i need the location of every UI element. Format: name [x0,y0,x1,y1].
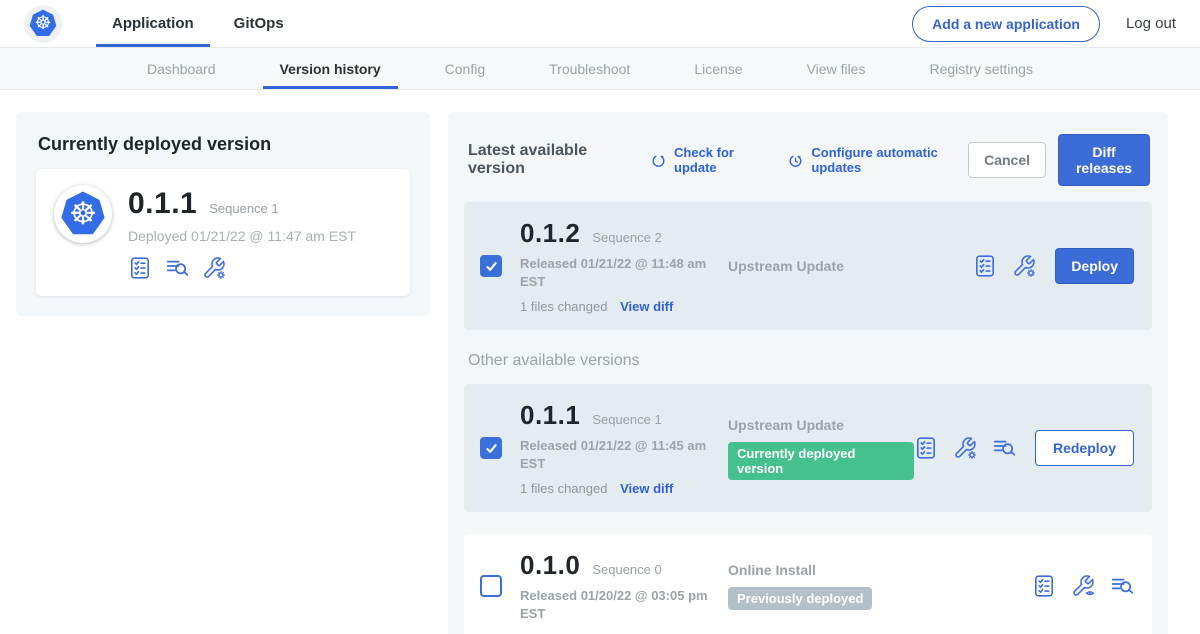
previously-deployed-badge: Previously deployed [728,587,872,610]
version-info: 0.1.2 Sequence 2 Released 01/21/22 @ 11:… [520,218,722,314]
version-info: 0.1.0 Sequence 0 Released 01/20/22 @ 03:… [520,550,722,622]
deployed-version-info: 0.1.1 Sequence 1 Deployed 01/21/22 @ 11:… [128,185,356,280]
version-checkbox[interactable] [480,437,502,459]
view-diff-link[interactable]: View diff [620,481,673,496]
main-content: Currently deployed version ☸ 0.1.1 Seque… [0,90,1200,634]
top-header: ☸ Application GitOps Add a new applicati… [0,0,1200,48]
subnav-license[interactable]: License [677,48,759,89]
released-timestamp: Released 01/21/22 @ 11:48 am EST [520,255,712,290]
edit-config-icon[interactable] [953,436,977,460]
tab-gitops[interactable]: GitOps [218,0,300,47]
header-tabs: Application GitOps [96,0,300,47]
version-number: 0.1.0 [520,550,580,581]
deployed-panel-title: Currently deployed version [38,134,410,155]
checkmark-icon [485,442,498,455]
deploy-button[interactable]: Deploy [1055,248,1134,284]
other-versions-label: Other available versions [468,352,1150,370]
version-row-0-1-0: 0.1.0 Sequence 0 Released 01/20/22 @ 03:… [464,534,1152,634]
subnav-version-history[interactable]: Version history [263,48,398,89]
check-for-update-link[interactable]: Check for update [650,145,765,175]
kubernetes-heptagon: ☸ [29,9,58,38]
currently-deployed-panel: Currently deployed version ☸ 0.1.1 Seque… [16,112,430,316]
files-changed-label: 1 files changed [520,299,607,314]
sequence-label: Sequence 0 [592,562,661,577]
preflight-checks-icon[interactable] [1032,574,1056,598]
sequence-label: Sequence 1 [592,412,661,427]
version-source: Upstream Update [722,258,973,274]
checkmark-icon [485,260,498,273]
version-info: 0.1.1 Sequence 1 Released 01/21/22 @ 11:… [520,400,722,496]
version-checkbox[interactable] [480,575,502,597]
auto-update-icon [787,152,804,169]
version-number: 0.1.2 [520,218,580,249]
subnav-troubleshoot[interactable]: Troubleshoot [532,48,647,89]
preflight-checks-icon[interactable] [914,436,938,460]
available-panel-title: Latest available version [468,142,628,178]
version-actions: Deploy [973,248,1136,284]
available-panel-header: Latest available version Check for updat… [468,134,1150,186]
deployed-sequence-label: Sequence 1 [209,201,278,216]
source-label: Online Install [728,562,1032,578]
version-actions: Redeploy [914,430,1136,466]
deployed-timestamp: Deployed 01/21/22 @ 11:47 am EST [128,228,356,244]
redeploy-button[interactable]: Redeploy [1035,430,1134,466]
check-update-icon [650,152,667,169]
view-diff-link[interactable]: View diff [620,299,673,314]
version-actions [1032,574,1136,598]
add-application-button[interactable]: Add a new application [912,6,1100,42]
subnav-registry-settings[interactable]: Registry settings [912,48,1049,89]
tab-application[interactable]: Application [96,0,210,47]
cancel-button[interactable]: Cancel [968,142,1046,178]
edit-config-icon[interactable] [202,256,226,280]
header-right: Add a new application Log out [912,0,1176,47]
view-files-icon[interactable] [992,436,1016,460]
subnav-view-files[interactable]: View files [790,48,883,89]
sequence-label: Sequence 2 [592,230,661,245]
view-files-icon[interactable] [165,256,189,280]
view-config-icon[interactable] [1071,574,1095,598]
configure-auto-updates-link[interactable]: Configure automatic updates [787,145,968,175]
version-row-0-1-1: 0.1.1 Sequence 1 Released 01/21/22 @ 11:… [464,384,1152,512]
kubernetes-wheel-icon: ☸ [34,14,51,33]
view-files-icon[interactable] [1110,574,1134,598]
app-logo: ☸ [54,185,112,243]
available-versions-panel: Latest available version Check for updat… [448,112,1168,634]
diff-releases-button[interactable]: Diff releases [1058,134,1150,186]
files-changed-label: 1 files changed [520,481,607,496]
released-timestamp: Released 01/20/22 @ 03:05 pm EST [520,587,712,622]
kubernetes-wheel-icon: ☸ [69,199,97,230]
edit-config-icon[interactable] [1012,254,1036,278]
version-row-0-1-2: 0.1.2 Sequence 2 Released 01/21/22 @ 11:… [464,202,1152,330]
kubernetes-logo: ☸ [24,5,62,43]
version-source: Upstream Update Currently deployed versi… [722,417,914,480]
subnav-config[interactable]: Config [428,48,502,89]
deployed-version-number: 0.1.1 [128,187,197,221]
source-label: Upstream Update [728,417,914,433]
logout-link[interactable]: Log out [1126,15,1176,32]
version-checkbox[interactable] [480,255,502,277]
kubernetes-heptagon: ☸ [60,191,107,238]
version-source: Online Install Previously deployed [722,562,1032,610]
source-label: Upstream Update [728,258,973,274]
currently-deployed-badge: Currently deployed version [728,442,914,480]
subnav-dashboard[interactable]: Dashboard [130,48,233,89]
deployed-version-card: ☸ 0.1.1 Sequence 1 Deployed 01/21/22 @ 1… [36,169,410,296]
preflight-checks-icon[interactable] [973,254,997,278]
version-number: 0.1.1 [520,400,580,431]
app-subnav: Dashboard Version history Config Trouble… [0,48,1200,90]
preflight-checks-icon[interactable] [128,256,152,280]
released-timestamp: Released 01/21/22 @ 11:45 am EST [520,437,712,472]
